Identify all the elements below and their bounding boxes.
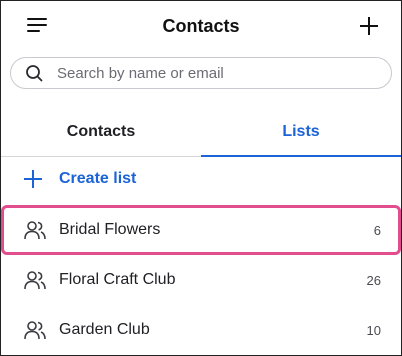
search-bar[interactable] bbox=[10, 57, 392, 89]
list-name: Bridal Flowers bbox=[59, 221, 161, 238]
search-icon bbox=[26, 65, 43, 82]
plus-icon bbox=[23, 169, 43, 189]
create-list-button[interactable]: Create list bbox=[23, 169, 136, 189]
list-count: 26 bbox=[366, 272, 381, 288]
create-list-label: Create list bbox=[59, 170, 137, 187]
list-count: 10 bbox=[366, 322, 381, 338]
people-icon bbox=[24, 271, 46, 290]
tab-contacts[interactable]: Contacts bbox=[1, 111, 201, 156]
app-frame: Contacts Contacts Lists Create list Brid… bbox=[0, 0, 402, 356]
people-icon bbox=[24, 221, 46, 240]
people-icon bbox=[24, 321, 46, 340]
page-title: Contacts bbox=[162, 15, 240, 36]
list-name: Garden Club bbox=[59, 321, 150, 338]
lists-list: Bridal Flowers 6 Floral Craft Club 26 Ga… bbox=[1, 205, 401, 355]
tab-bar: Contacts Lists bbox=[1, 111, 401, 157]
add-icon[interactable] bbox=[357, 14, 381, 38]
list-item[interactable]: Garden Club 10 bbox=[1, 305, 401, 355]
list-count: 6 bbox=[373, 222, 381, 238]
list-item[interactable]: Bridal Flowers 6 bbox=[1, 205, 401, 255]
search-input[interactable] bbox=[55, 63, 359, 83]
tab-lists[interactable]: Lists bbox=[201, 111, 401, 157]
menu-icon[interactable] bbox=[27, 15, 49, 35]
list-name: Floral Craft Club bbox=[59, 271, 176, 288]
list-item[interactable]: Floral Craft Club 26 bbox=[1, 255, 401, 305]
header: Contacts bbox=[1, 1, 401, 51]
